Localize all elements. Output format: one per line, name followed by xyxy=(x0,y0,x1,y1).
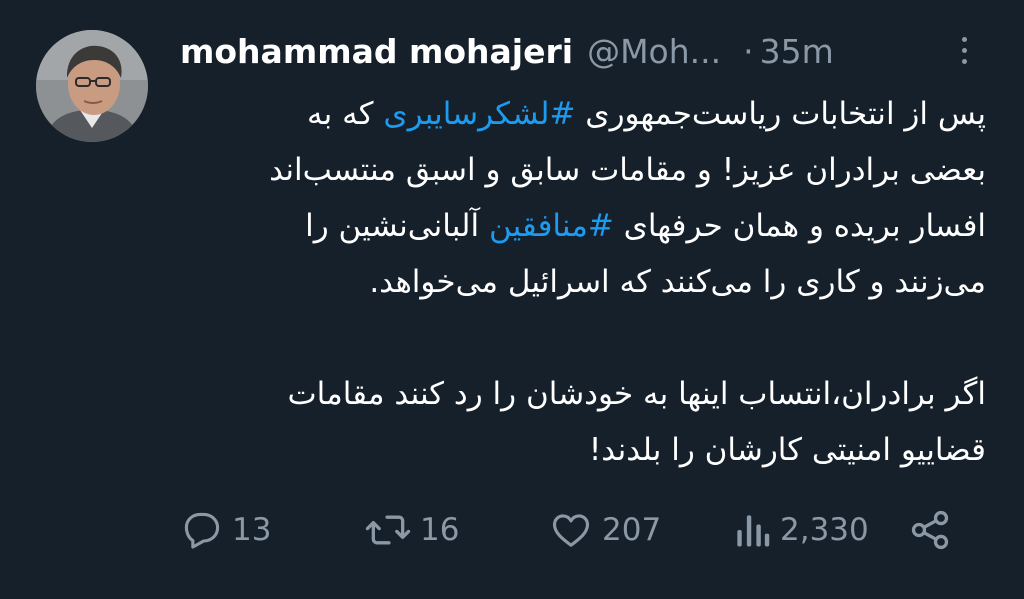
text-run: پس از انتخابات ریاست‌جمهوری xyxy=(575,96,986,132)
tweet-header: mohammad mohajeri @Moh... · 35m xyxy=(180,26,834,76)
tweet-timestamp[interactable]: 35m xyxy=(760,32,834,71)
more-dot xyxy=(961,47,967,53)
views-icon xyxy=(737,515,770,547)
author-handle[interactable]: @Moh... xyxy=(587,32,721,71)
retweet-button[interactable]: 16 xyxy=(364,504,459,556)
tweet-line: پس از انتخابات ریاست‌جمهوری #لشکرسایبری … xyxy=(176,86,986,142)
like-count: 207 xyxy=(602,512,662,548)
tweet-line: افسار بریده و همان حرفهای #منافقین آلبان… xyxy=(176,198,986,254)
tweet-line: قضاییو امنیتی کارشان را بلدند! xyxy=(588,432,986,468)
text-run: آلبانی‌نشین را xyxy=(305,208,489,244)
reply-button[interactable]: 13 xyxy=(180,504,271,556)
retweet-icon xyxy=(365,515,411,545)
reply-icon xyxy=(184,512,220,549)
tweet-line: اگر برادران،انتساب اینها به خودشان را رد… xyxy=(287,376,987,412)
views-button[interactable]: 2,330 xyxy=(732,504,869,556)
heart-icon xyxy=(552,514,590,547)
hashtag-link[interactable]: #منافقین xyxy=(489,208,614,244)
avatar-image xyxy=(36,30,148,142)
more-dot xyxy=(961,58,967,64)
views-count: 2,330 xyxy=(780,512,869,548)
avatar[interactable] xyxy=(36,30,148,142)
text-run: که به xyxy=(307,96,384,132)
more-dot xyxy=(961,36,967,42)
hashtag-link[interactable]: #لشکرسایبری xyxy=(383,96,575,132)
text-run: بعضی برادران عزیز! و مقامات سابق و اسبق … xyxy=(269,152,986,188)
separator-dot: · xyxy=(743,31,754,71)
reply-count: 13 xyxy=(232,512,272,548)
tweet-line: می‌زنند و کاری را می‌کنند که اسرائیل می‌… xyxy=(176,254,986,310)
retweet-count: 16 xyxy=(420,512,460,548)
text-run: می‌زنند و کاری را می‌کنند که اسرائیل می‌… xyxy=(369,264,986,300)
tweet-text: پس از انتخابات ریاست‌جمهوری #لشکرسایبری … xyxy=(176,86,986,478)
more-icon[interactable] xyxy=(952,30,976,70)
text-run: افسار بریده و همان حرفهای xyxy=(613,208,986,244)
action-bar: 13 16 207 2,330 xyxy=(180,504,970,556)
like-button[interactable]: 207 xyxy=(548,504,661,556)
share-button[interactable] xyxy=(908,504,952,556)
share-icon xyxy=(911,510,949,550)
tweet-line: بعضی برادران عزیز! و مقامات سابق و اسبق … xyxy=(176,142,986,198)
author-name[interactable]: mohammad mohajeri xyxy=(180,32,573,71)
tweet-card[interactable]: mohammad mohajeri @Moh... · 35m پس از ان… xyxy=(0,0,1024,599)
